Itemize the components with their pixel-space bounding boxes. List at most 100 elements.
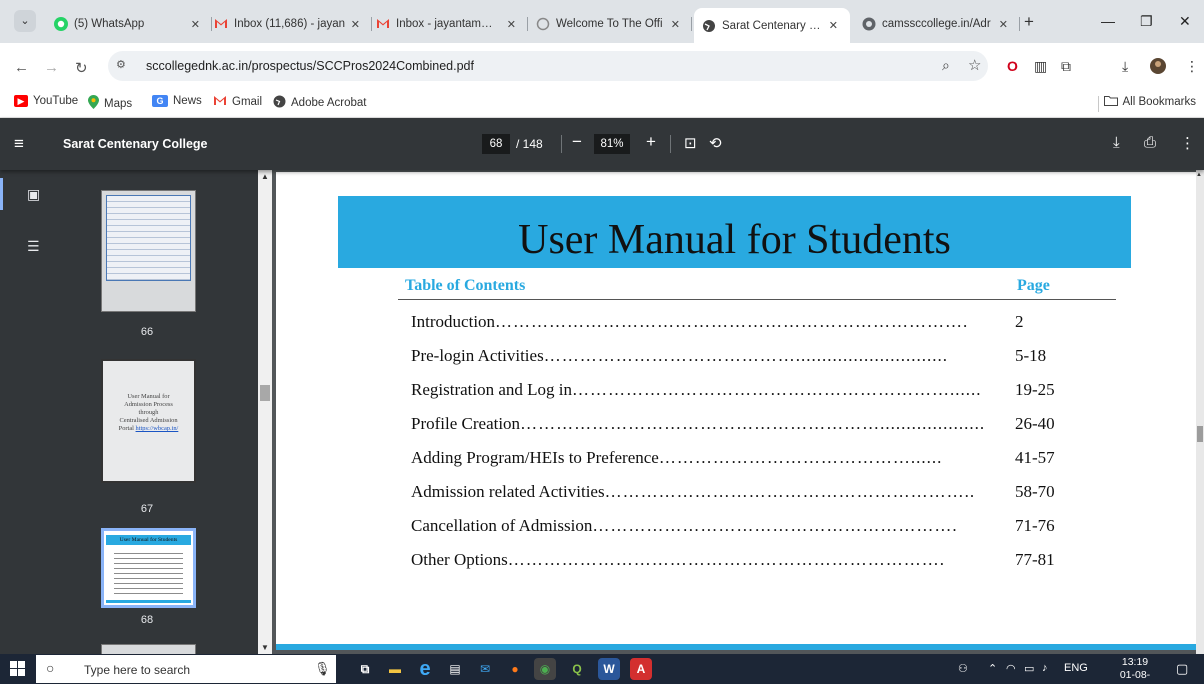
clock[interactable]: 13:19 01-08-2024 <box>1112 656 1158 684</box>
thumbnail-scrollbar[interactable]: ▲ ▼ <box>258 170 272 654</box>
page-heading: User Manual for Students <box>518 217 951 263</box>
bookmark-label: Maps <box>104 97 133 110</box>
close-tab-icon[interactable]: ✕ <box>995 18 1012 31</box>
store-icon[interactable]: ▤ <box>444 658 466 680</box>
scrollbar-thumb[interactable] <box>260 385 270 401</box>
download-pdf-icon[interactable]: ⤓ <box>1113 134 1120 151</box>
minimize-icon[interactable]: — <box>1101 13 1115 29</box>
gmail-icon <box>214 17 228 31</box>
page-thumbnail-67[interactable]: User Manual for Admission Process throug… <box>101 359 196 483</box>
close-tab-icon[interactable]: ✕ <box>667 18 684 31</box>
zoom-icon[interactable]: ⌕ <box>942 57 950 74</box>
toc-page-heading: Page <box>1017 277 1050 294</box>
microphone-icon[interactable]: 🎙 <box>314 661 331 677</box>
people-icon[interactable]: ⚇ <box>958 662 968 675</box>
thumbnails-icon[interactable]: ▣ <box>27 186 40 203</box>
close-tab-icon[interactable]: ✕ <box>347 18 364 31</box>
notification-icon[interactable]: ▢ <box>1176 661 1188 677</box>
thumbnail-panel: 66 User Manual for Admission Process thr… <box>62 170 260 654</box>
tab-gmail-2[interactable]: Inbox - jayantam@sc ✕ <box>376 11 528 37</box>
firefox-icon[interactable]: ● <box>504 658 526 680</box>
zoom-out-icon[interactable]: − <box>572 132 582 152</box>
fit-page-icon[interactable]: ⊡ <box>684 134 697 152</box>
site-settings-icon[interactable]: ⚙ <box>116 58 126 71</box>
toc-entry-page: 58-70 <box>1015 482 1055 501</box>
close-tab-icon[interactable]: ✕ <box>825 19 842 32</box>
outline-icon[interactable]: ☰ <box>27 238 40 255</box>
scrollbar-thumb[interactable] <box>1197 426 1203 442</box>
network-icon[interactable]: ◠ <box>1006 662 1016 675</box>
bookmark-adobe-acrobat[interactable]: Adobe Acrobat <box>273 95 366 111</box>
restore-icon[interactable]: ❐ <box>1140 13 1153 30</box>
show-hidden-icons[interactable]: ⌃ <box>988 662 997 675</box>
tab-sarat-centenary[interactable]: Sarat Centenary Colle ✕ <box>694 8 850 43</box>
back-icon[interactable]: ← <box>14 59 29 76</box>
toc-entry-page: 2 <box>1015 312 1024 331</box>
forward-icon[interactable]: → <box>44 59 59 76</box>
pdf-toolbar: ≡ Sarat Centenary College 68 / 148 − 81%… <box>0 118 1204 170</box>
page-number-input[interactable]: 68 <box>482 134 510 154</box>
menu-kebab-icon[interactable]: ⋮ <box>1185 58 1199 75</box>
opera-extension-icon[interactable]: O <box>1007 58 1018 74</box>
edge-icon[interactable]: e <box>414 658 436 680</box>
battery-icon[interactable]: ▭ <box>1024 662 1034 675</box>
tab-search-button[interactable]: ⌄ <box>14 10 36 32</box>
tab-title: (5) WhatsApp <box>74 18 145 30</box>
page-thumbnail-69[interactable] <box>101 644 196 654</box>
tab-whatsapp[interactable]: (5) WhatsApp ✕ <box>54 11 212 37</box>
download-icon[interactable]: ⤓ <box>1122 58 1128 75</box>
close-tab-icon[interactable]: ✕ <box>503 18 520 31</box>
thumbnail-text: User Manual for Admission Process throug… <box>118 393 179 432</box>
tab-camssccollege[interactable]: camssccollege.in/Adr ✕ <box>862 11 1020 37</box>
folder-icon <box>1103 95 1118 109</box>
taskbar-search[interactable]: ○ Type here to search 🎙 <box>36 655 336 683</box>
bookmark-gmail[interactable]: Gmail <box>213 95 262 109</box>
scroll-down-icon[interactable]: ▼ <box>261 643 269 652</box>
scroll-up-icon[interactable]: ▲ <box>261 172 269 181</box>
close-tab-icon[interactable]: ✕ <box>187 18 204 31</box>
bookmark-youtube[interactable]: ▶ YouTube <box>14 95 78 107</box>
bookmark-maps[interactable]: Maps <box>88 95 132 112</box>
close-window-icon[interactable]: ✕ <box>1179 13 1191 30</box>
acrobat-icon[interactable]: A <box>630 658 652 680</box>
qgis-icon[interactable]: Q <box>566 658 588 680</box>
windows-start-icon[interactable] <box>10 661 26 677</box>
toc-entry-page: 26-40 <box>1015 414 1055 433</box>
profile-avatar[interactable] <box>1150 58 1166 77</box>
word-icon[interactable]: W <box>598 658 620 680</box>
volume-icon[interactable]: ♪ <box>1042 662 1048 674</box>
more-actions-icon[interactable]: ⋮ <box>1180 134 1195 152</box>
toc-entry-page: 41-57 <box>1015 448 1055 467</box>
tab-welcome[interactable]: Welcome To The Offi ✕ <box>536 11 692 37</box>
page-footer-bar <box>276 644 1196 650</box>
url-text[interactable]: sccollegednk.ac.in/prospectus/SCCPros202… <box>146 59 474 73</box>
print-icon[interactable]: ⎙ <box>1144 134 1156 151</box>
tab-gmail-1[interactable]: Inbox (11,686) - jayan ✕ <box>214 11 372 37</box>
rotate-icon[interactable]: ⟲ <box>709 134 722 152</box>
toc-heading: Table of Contents <box>405 277 526 294</box>
scroll-up-icon[interactable]: ▲ <box>1196 172 1202 178</box>
page-thumbnail-68[interactable]: User Manual for Students <box>101 528 196 608</box>
task-view-icon[interactable]: ⧉ <box>354 658 376 680</box>
chrome-icon[interactable]: ◉ <box>534 658 556 680</box>
page-scrollbar[interactable]: ▲ <box>1196 170 1204 654</box>
toc-entry: Other Options………………………………………………………………. <box>411 550 946 569</box>
extensions-puzzle-icon[interactable]: ⧉ <box>1061 58 1071 75</box>
address-bar[interactable]: ⚙ sccollegednk.ac.in/prospectus/SCCPros2… <box>108 51 988 81</box>
tab-strip: ⌄ (5) WhatsApp ✕ Inbox (11,686) - jayan … <box>0 0 1204 43</box>
bookmark-news[interactable]: G News <box>152 95 202 107</box>
language-indicator[interactable]: ENG <box>1064 662 1088 674</box>
zoom-in-icon[interactable]: + <box>646 132 656 152</box>
file-explorer-icon[interactable]: ▬ <box>384 658 406 680</box>
page-thumbnail-66[interactable] <box>101 190 196 312</box>
mail-icon[interactable]: ✉ <box>474 658 496 680</box>
site-icon <box>862 17 876 31</box>
reload-icon[interactable]: ↻ <box>75 59 88 77</box>
reader-extension-icon[interactable]: ▥ <box>1034 58 1047 75</box>
zoom-input[interactable]: 81% <box>594 134 630 154</box>
sidebar-menu-icon[interactable]: ≡ <box>14 134 24 154</box>
bookmark-star-icon[interactable]: ☆ <box>968 56 981 74</box>
tab-title: Welcome To The Offi <box>556 18 663 30</box>
all-bookmarks-button[interactable]: All Bookmarks <box>1103 95 1196 109</box>
new-tab-button[interactable]: + <box>1024 12 1034 32</box>
